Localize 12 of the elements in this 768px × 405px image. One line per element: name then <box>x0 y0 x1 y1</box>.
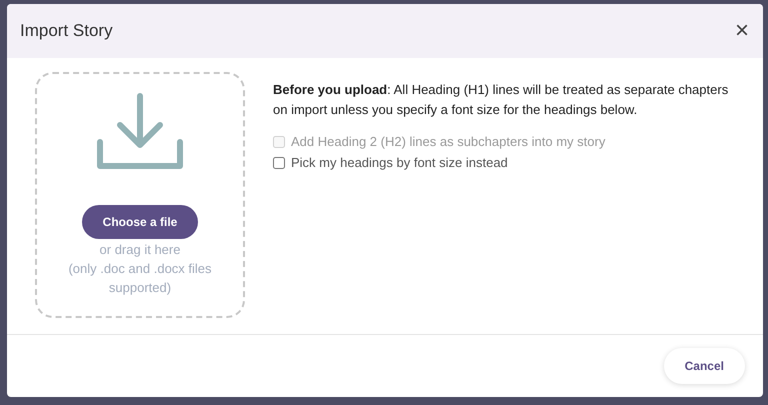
file-type-note: (only .doc and .docx files supported) <box>67 260 213 297</box>
checkbox[interactable] <box>273 156 285 168</box>
drop-zone[interactable]: Choose a file or drag it here (only .doc and .docx files supported) <box>35 72 245 318</box>
cancel-button[interactable]: Cancel <box>664 348 745 384</box>
option-label: Add Heading 2 (H2) lines as subchapters into my story <box>291 134 606 149</box>
drag-hint: or drag it here <box>100 241 180 259</box>
choose-file-button[interactable]: Choose a file <box>82 205 198 239</box>
option-label: Pick my headings by font size instead <box>291 155 508 170</box>
close-button[interactable]: × <box>734 19 749 43</box>
upload-notice: Before you upload: All Heading (H1) lines will be treated as separate chapters on import unless you specify a font size for the headings below. <box>273 81 730 119</box>
dialog-title: Import Story <box>20 21 113 41</box>
download-icon <box>95 92 185 170</box>
